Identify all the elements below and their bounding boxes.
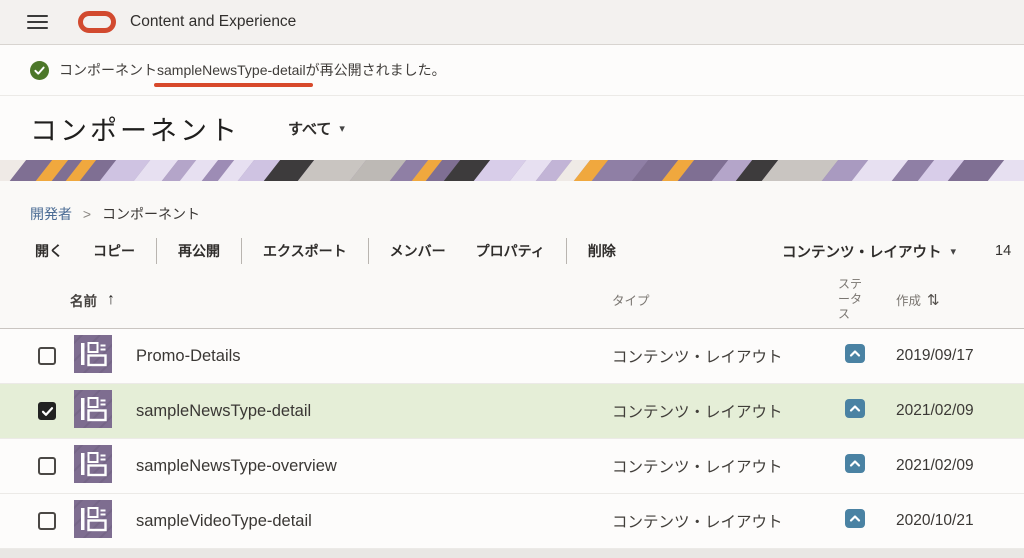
checkmark-icon	[41, 405, 54, 418]
content-layout-icon	[74, 445, 112, 483]
table-row[interactable]: sampleNewsType-overview コンテンツ・レイアウト 2021…	[0, 439, 1024, 494]
content-layout-icon	[74, 500, 112, 538]
component-name: sampleNewsType-overview	[136, 457, 612, 476]
page-title: コンポーネント	[30, 109, 240, 148]
notification-suffix: が再公開されました。	[306, 62, 446, 78]
component-name: sampleVideoType-detail	[136, 512, 612, 531]
published-chevron-up-icon	[845, 344, 865, 363]
notification-bar: コンポーネントsampleNewsType-detailが再公開されました。	[0, 45, 1024, 95]
decorative-banner	[0, 160, 1024, 181]
item-count: 14	[995, 243, 1011, 259]
component-type: コンテンツ・レイアウト	[612, 455, 838, 477]
breadcrumb-current: コンポーネント	[102, 206, 200, 222]
chevron-down-icon: ▾	[339, 122, 345, 135]
published-chevron-up-icon	[845, 454, 865, 473]
content-layout-icon	[74, 335, 112, 373]
breadcrumb: 開発者 > コンポーネント	[0, 181, 1024, 226]
column-header-status: ステータス	[838, 277, 888, 322]
breadcrumb-developer-link[interactable]: 開発者	[30, 206, 72, 222]
table-row[interactable]: Promo-Details コンテンツ・レイアウト 2019/09/17	[0, 329, 1024, 384]
oracle-logo	[78, 11, 116, 33]
component-type: コンテンツ・レイアウト	[612, 345, 838, 367]
published-chevron-up-icon	[845, 509, 865, 528]
component-name: sampleNewsType-detail	[136, 402, 612, 421]
component-type: コンテンツ・レイアウト	[612, 400, 838, 422]
annotation-underline	[154, 83, 313, 88]
toolbar-button-republish[interactable]: 再公開	[168, 241, 230, 261]
component-type: コンテンツ・レイアウト	[612, 510, 838, 532]
content-layout-icon	[74, 390, 112, 428]
toolbar-button-export[interactable]: エクスポート	[253, 241, 357, 261]
toolbar-divider	[241, 238, 242, 264]
breadcrumb-separator: >	[83, 206, 91, 222]
toolbar-divider	[156, 238, 157, 264]
table-header: 名前 ↑ タイプ ステータス 作成 ⇅	[0, 271, 1024, 329]
row-checkbox[interactable]	[38, 457, 56, 475]
column-header-type: タイプ	[612, 290, 838, 309]
table-row[interactable]: sampleNewsType-detail コンテンツ・レイアウト 2021/0…	[0, 384, 1024, 439]
column-header-created[interactable]: 作成 ⇅	[888, 290, 1024, 309]
toolbar: 開くコピー再公開エクスポートメンバープロパティ削除 コンテンツ・レイアウト ▾ …	[0, 231, 1024, 271]
published-chevron-up-icon	[845, 399, 865, 418]
toolbar-button-properties[interactable]: プロパティ	[466, 241, 555, 261]
page-header: コンポーネント すべて ▾	[0, 95, 1024, 160]
content-layout-filter-dropdown[interactable]: コンテンツ・レイアウト ▾	[782, 241, 956, 262]
app-title: Content and Experience	[130, 13, 296, 31]
row-checkbox[interactable]	[38, 402, 56, 420]
hamburger-menu-icon[interactable]	[27, 15, 48, 30]
row-checkbox[interactable]	[38, 347, 56, 365]
app-bar: Content and Experience	[0, 0, 1024, 45]
created-date: 2020/10/21	[888, 512, 1024, 530]
notification-message: コンポーネントsampleNewsType-detailが再公開されました。	[59, 60, 446, 80]
toolbar-button-copy[interactable]: コピー	[83, 241, 145, 261]
column-created-label: 作成	[896, 290, 921, 309]
toolbar-divider	[566, 238, 567, 264]
table-row[interactable]: sampleVideoType-detail コンテンツ・レイアウト 2020/…	[0, 494, 1024, 549]
filter-all-dropdown[interactable]: すべて ▾	[288, 118, 345, 139]
column-header-name[interactable]: 名前 ↑	[30, 290, 612, 310]
toolbar-button-open[interactable]: 開く	[25, 241, 73, 261]
row-checkbox[interactable]	[38, 512, 56, 530]
toolbar-actions: 開くコピー 再公開 エクスポート メンバープロパティ 削除	[20, 238, 631, 264]
created-date: 2019/09/17	[888, 347, 1024, 365]
page: Content and Experience コンポーネントsampleNews…	[0, 0, 1024, 558]
notification-prefix: コンポーネント	[59, 62, 157, 78]
sort-ascending-icon: ↑	[107, 291, 115, 309]
toolbar-button-members[interactable]: メンバー	[380, 241, 456, 261]
chevron-down-icon: ▾	[950, 245, 956, 258]
components-table-body: Promo-Details コンテンツ・レイアウト 2019/09/17	[0, 329, 1024, 549]
component-name: Promo-Details	[136, 347, 612, 366]
notification-component-name: sampleNewsType-detail	[157, 62, 306, 78]
created-date: 2021/02/09	[888, 457, 1024, 475]
created-date: 2021/02/09	[888, 402, 1024, 420]
toolbar-button-delete[interactable]: 削除	[578, 241, 626, 261]
column-name-label: 名前	[70, 290, 97, 310]
column-status-label: ステータス	[838, 277, 872, 322]
sort-toggle-icon: ⇅	[927, 291, 940, 309]
filter-all-label: すべて	[288, 118, 331, 139]
toolbar-divider	[368, 238, 369, 264]
footer-strip	[0, 549, 1024, 558]
content-layout-filter-label: コンテンツ・レイアウト	[782, 241, 942, 262]
check-circle-icon	[30, 61, 49, 80]
